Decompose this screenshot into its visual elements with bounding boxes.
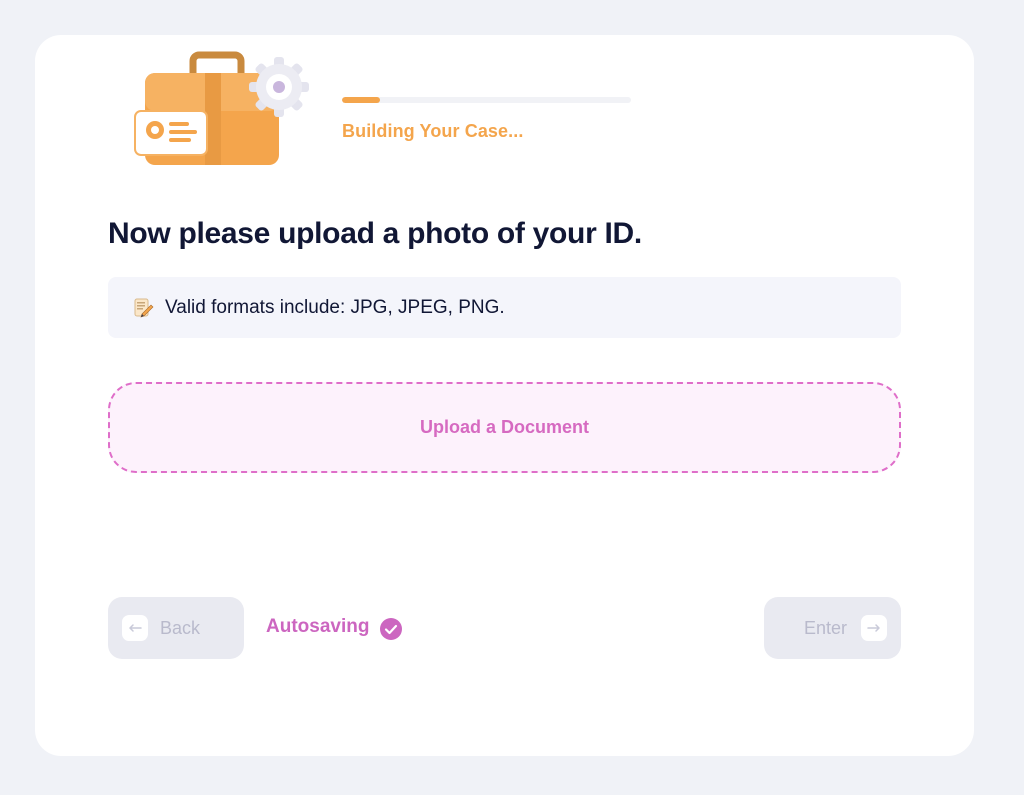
format-hint: Valid formats include: JPG, JPEG, PNG.	[108, 277, 901, 338]
enter-button[interactable]: Enter	[764, 597, 901, 659]
briefcase-illustration-icon	[134, 51, 309, 165]
autosave-status: Autosaving	[266, 613, 403, 641]
progress-bar-fill	[342, 97, 380, 103]
arrow-left-icon	[122, 615, 148, 641]
back-button-label: Back	[160, 617, 201, 638]
question-title: Now please upload a photo of your ID.	[108, 217, 642, 250]
memo-pencil-icon	[134, 298, 154, 317]
progress-bar	[342, 97, 631, 103]
form-card: Building Your Case... Now please upload …	[35, 35, 974, 756]
arrow-right-icon	[861, 615, 887, 641]
format-hint-text: Valid formats include: JPG, JPEG, PNG.	[165, 296, 505, 318]
enter-button-label: Enter	[803, 617, 847, 638]
progress-label: Building Your Case...	[342, 121, 524, 141]
autosave-label: Autosaving	[266, 616, 370, 637]
check-circle-icon	[380, 618, 403, 640]
upload-document-label: Upload a Document	[419, 417, 589, 437]
upload-document-dropzone[interactable]: Upload a Document	[108, 382, 901, 473]
back-button[interactable]: Back	[108, 597, 244, 659]
